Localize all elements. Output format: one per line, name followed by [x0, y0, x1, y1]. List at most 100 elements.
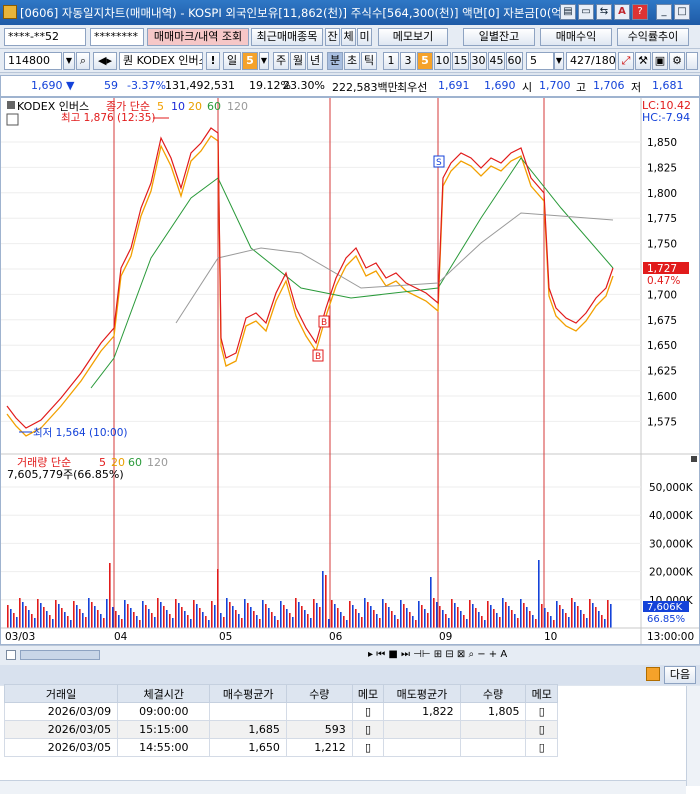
volume-bar	[532, 615, 534, 628]
legend-collapse-icon[interactable]	[7, 101, 15, 109]
period-month[interactable]: 월	[290, 52, 306, 70]
volume-bar	[466, 619, 468, 628]
maximize-button[interactable]: □	[674, 4, 690, 20]
volume-bar	[610, 604, 612, 628]
col-buy-avg[interactable]: 매수평균가	[209, 684, 287, 703]
col-buy-qty[interactable]: 수량	[285, 684, 353, 703]
layout-icon[interactable]: ▤	[560, 4, 576, 20]
minute-45[interactable]: 45	[488, 52, 505, 70]
minimize-button[interactable]: _	[656, 4, 672, 20]
option-checkbox[interactable]	[686, 52, 698, 70]
col-sell-qty[interactable]: 수량	[459, 684, 527, 703]
volume-bar	[574, 602, 576, 628]
table-row[interactable]: 2026/03/09 09:00:00 ▯ 1,822 1,805 ▯	[3, 702, 558, 721]
tool-icon[interactable]: ⚒	[635, 52, 651, 70]
memo-icon[interactable]: ▯	[351, 702, 385, 721]
chart-canvas[interactable]: KODEX 인버스 종가 단순 5 10 20 60 120 LC:10.42 …	[1, 98, 699, 644]
grid-toggle-icon[interactable]	[6, 113, 19, 126]
daily-balance-button[interactable]: 일별잔고	[463, 28, 535, 46]
font-icon[interactable]: A	[614, 4, 630, 20]
memo-icon[interactable]: ▯	[525, 720, 558, 739]
save-icon[interactable]: ▣	[652, 52, 668, 70]
price-chart[interactable]: KODEX 인버스 종가 단순 5 10 20 60 120 LC:10.42 …	[0, 97, 700, 645]
minute-10[interactable]: 10	[434, 52, 451, 70]
nav-left-icon[interactable]	[6, 650, 16, 660]
memo-icon[interactable]: ▯	[351, 720, 385, 739]
cell-date: 2026/03/05	[3, 720, 119, 739]
minute-15[interactable]: 15	[452, 52, 469, 70]
period-day-count[interactable]: 5	[242, 52, 258, 70]
volume-bar	[280, 601, 282, 628]
return-trend-button[interactable]: 수익률추이	[617, 28, 689, 46]
gear-icon[interactable]	[646, 667, 660, 681]
settings-gear-icon[interactable]: ⚙	[669, 52, 685, 70]
alert-button[interactable]: !	[206, 52, 220, 70]
volume-bar	[298, 602, 300, 628]
volume-bar	[586, 618, 588, 628]
volume-bar	[475, 608, 477, 628]
col-sell-avg[interactable]: 매도평균가	[383, 684, 461, 703]
ma-label-60: 60	[207, 100, 221, 113]
table-row[interactable]: 2026/03/05 15:15:00 1,685 593 ▯ ▯	[3, 720, 558, 739]
search-icon[interactable]: ⌕	[76, 52, 90, 70]
memo-icon[interactable]: ▯	[351, 738, 385, 757]
col-trade-date[interactable]: 거래일	[3, 684, 119, 703]
cell-sell-qty	[459, 738, 527, 757]
period-day[interactable]: 일	[223, 52, 241, 70]
period-dropdown-icon[interactable]: ▼	[259, 52, 269, 70]
ma5-line	[6, 135, 614, 437]
recent-trades-button[interactable]: 최근매매종목	[251, 28, 323, 46]
volume-bar	[79, 609, 81, 628]
account-select[interactable]: ****-**52	[4, 28, 86, 46]
table-row[interactable]: 2026/03/05 14:55:00 1,650 1,212 ▯ ▯	[3, 738, 558, 757]
volume-bar	[196, 604, 198, 628]
col-exec-time[interactable]: 체결시간	[117, 684, 211, 703]
table-vertical-scrollbar[interactable]	[686, 686, 700, 786]
speaker-icon[interactable]: ◀▸	[93, 52, 117, 70]
unfilled-toggle[interactable]: 미	[357, 28, 372, 46]
period-week[interactable]: 주	[273, 52, 289, 70]
vol-last-value: 7,606K	[647, 602, 683, 613]
volume-bar	[541, 604, 543, 628]
zoom-icon[interactable]: ⤢	[618, 52, 634, 70]
minute-1[interactable]: 1	[383, 52, 399, 70]
minute-30[interactable]: 30	[470, 52, 487, 70]
help-icon[interactable]: ?	[632, 4, 648, 20]
code-dropdown-icon[interactable]: ▼	[63, 52, 75, 70]
table-header-bar: 다음	[0, 665, 700, 685]
minute-5[interactable]: 5	[417, 52, 433, 70]
period-tick[interactable]: 틱	[361, 52, 377, 70]
link-icon[interactable]: ⇆	[596, 4, 612, 20]
trade-profit-button[interactable]: 매매수익	[540, 28, 612, 46]
nav-controls[interactable]: ▸ ⏮ ■ ⏭ ⊣⊢ ⊞ ⊟ ⊠ ⌕ − + A	[368, 649, 507, 660]
volume-bar	[418, 601, 420, 628]
count-field[interactable]: 427/1800	[566, 52, 616, 70]
minute-60[interactable]: 60	[506, 52, 523, 70]
col-buy-memo[interactable]: 메모	[351, 684, 385, 703]
memo-icon[interactable]: ▯	[525, 738, 558, 757]
pane-close-icon[interactable]	[691, 456, 697, 462]
interval-input[interactable]: 5	[526, 52, 554, 70]
memo-view-button[interactable]: 메모보기	[378, 28, 448, 46]
interval-dropdown-icon[interactable]: ▼	[554, 52, 564, 70]
code-input[interactable]: 114800	[4, 52, 62, 70]
volume-bar	[469, 600, 471, 628]
volume-bar	[535, 619, 537, 628]
memo-icon[interactable]: ▯	[525, 702, 558, 721]
fill-toggle[interactable]: 체	[341, 28, 356, 46]
next-button[interactable]: 다음	[664, 666, 696, 684]
monitor-icon[interactable]: ▭	[578, 4, 594, 20]
chart-scroll-thumb[interactable]	[20, 650, 100, 660]
period-year[interactable]: 년	[307, 52, 323, 70]
period-minute[interactable]: 분	[327, 52, 343, 70]
balance-toggle[interactable]: 잔	[325, 28, 340, 46]
period-second[interactable]: 초	[344, 52, 360, 70]
volume-bar	[268, 608, 270, 628]
trade-mark-query-button[interactable]: 매매마크/내역 조회	[147, 28, 249, 46]
minute-3[interactable]: 3	[400, 52, 416, 70]
volume-bar	[349, 601, 351, 628]
table-horizontal-scrollbar[interactable]	[0, 780, 686, 794]
col-sell-memo[interactable]: 메모	[525, 684, 558, 703]
password-field[interactable]: ********	[90, 28, 144, 46]
volume-bar	[439, 606, 441, 628]
